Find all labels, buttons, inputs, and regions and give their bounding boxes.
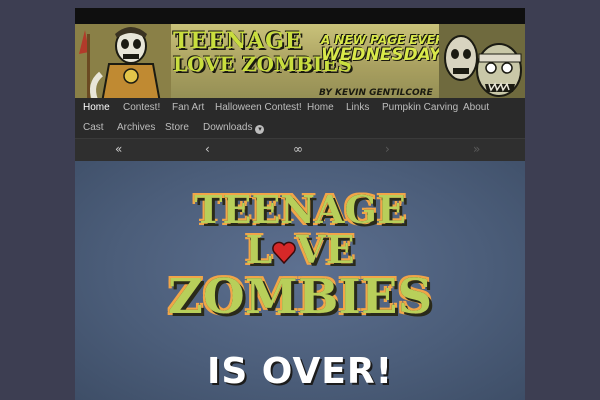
comic-title-love-l: L bbox=[245, 227, 273, 272]
nav-downloads-label: Downloads bbox=[203, 122, 253, 133]
comic-title-line2: L VE bbox=[75, 231, 525, 269]
banner-tagline: A NEW PAGE EVERY WEDNESDAY bbox=[321, 34, 452, 64]
heart-icon bbox=[272, 233, 296, 265]
nav-store[interactable]: Store bbox=[165, 122, 189, 133]
tagline-line2: WEDNESDAY bbox=[321, 44, 442, 65]
banner-byline: BY KEVIN GENTILCORE bbox=[319, 88, 433, 98]
nav-halloween-contest[interactable]: Halloween Contest! bbox=[215, 102, 302, 113]
page-container: TEENAGE LOVE ZOMBIES A NEW PAGE EVERY WE… bbox=[75, 8, 525, 400]
nav-pumpkin-carving[interactable]: Pumpkin Carving bbox=[382, 102, 458, 113]
first-page-button[interactable]: « bbox=[115, 142, 122, 156]
nav-fan-art[interactable]: Fan Art bbox=[172, 102, 204, 113]
nav-archives[interactable]: Archives bbox=[117, 122, 155, 133]
chevron-down-icon: ▾ bbox=[255, 125, 265, 134]
nav-home[interactable]: Home bbox=[83, 102, 110, 113]
comic-title-love-rest: VE bbox=[296, 227, 355, 272]
nav-downloads[interactable]: Downloads ▾ bbox=[203, 122, 265, 134]
top-bar bbox=[75, 8, 525, 24]
next-page-button: › bbox=[385, 142, 390, 156]
nav-about[interactable]: About bbox=[463, 102, 489, 113]
comic-subtitle: IS OVER! bbox=[206, 351, 394, 392]
previous-page-button[interactable]: ‹ bbox=[205, 142, 210, 156]
site-banner[interactable]: TEENAGE LOVE ZOMBIES A NEW PAGE EVERY WE… bbox=[75, 24, 525, 108]
comic-title-line1: TEENAGE bbox=[194, 187, 406, 232]
skeleton-zombie-illustration bbox=[75, 24, 171, 108]
main-navigation: Home Contest! Fan Art Halloween Contest!… bbox=[75, 98, 525, 138]
nav-cast[interactable]: Cast bbox=[83, 122, 104, 133]
last-page-button: » bbox=[473, 142, 481, 156]
comic-title-line3: ZOMBIES bbox=[167, 269, 433, 325]
random-page-button[interactable]: ∞ bbox=[293, 142, 303, 156]
comic-image: TEENAGE L VE ZOMBIES IS OVER! bbox=[75, 161, 525, 400]
zombie-heads-illustration bbox=[439, 24, 525, 108]
nav-links[interactable]: Links bbox=[346, 102, 369, 113]
nav-contest[interactable]: Contest! bbox=[123, 102, 160, 113]
nav-home-2[interactable]: Home bbox=[307, 102, 334, 113]
comic-pager: « ‹ ∞ › » bbox=[75, 138, 525, 161]
